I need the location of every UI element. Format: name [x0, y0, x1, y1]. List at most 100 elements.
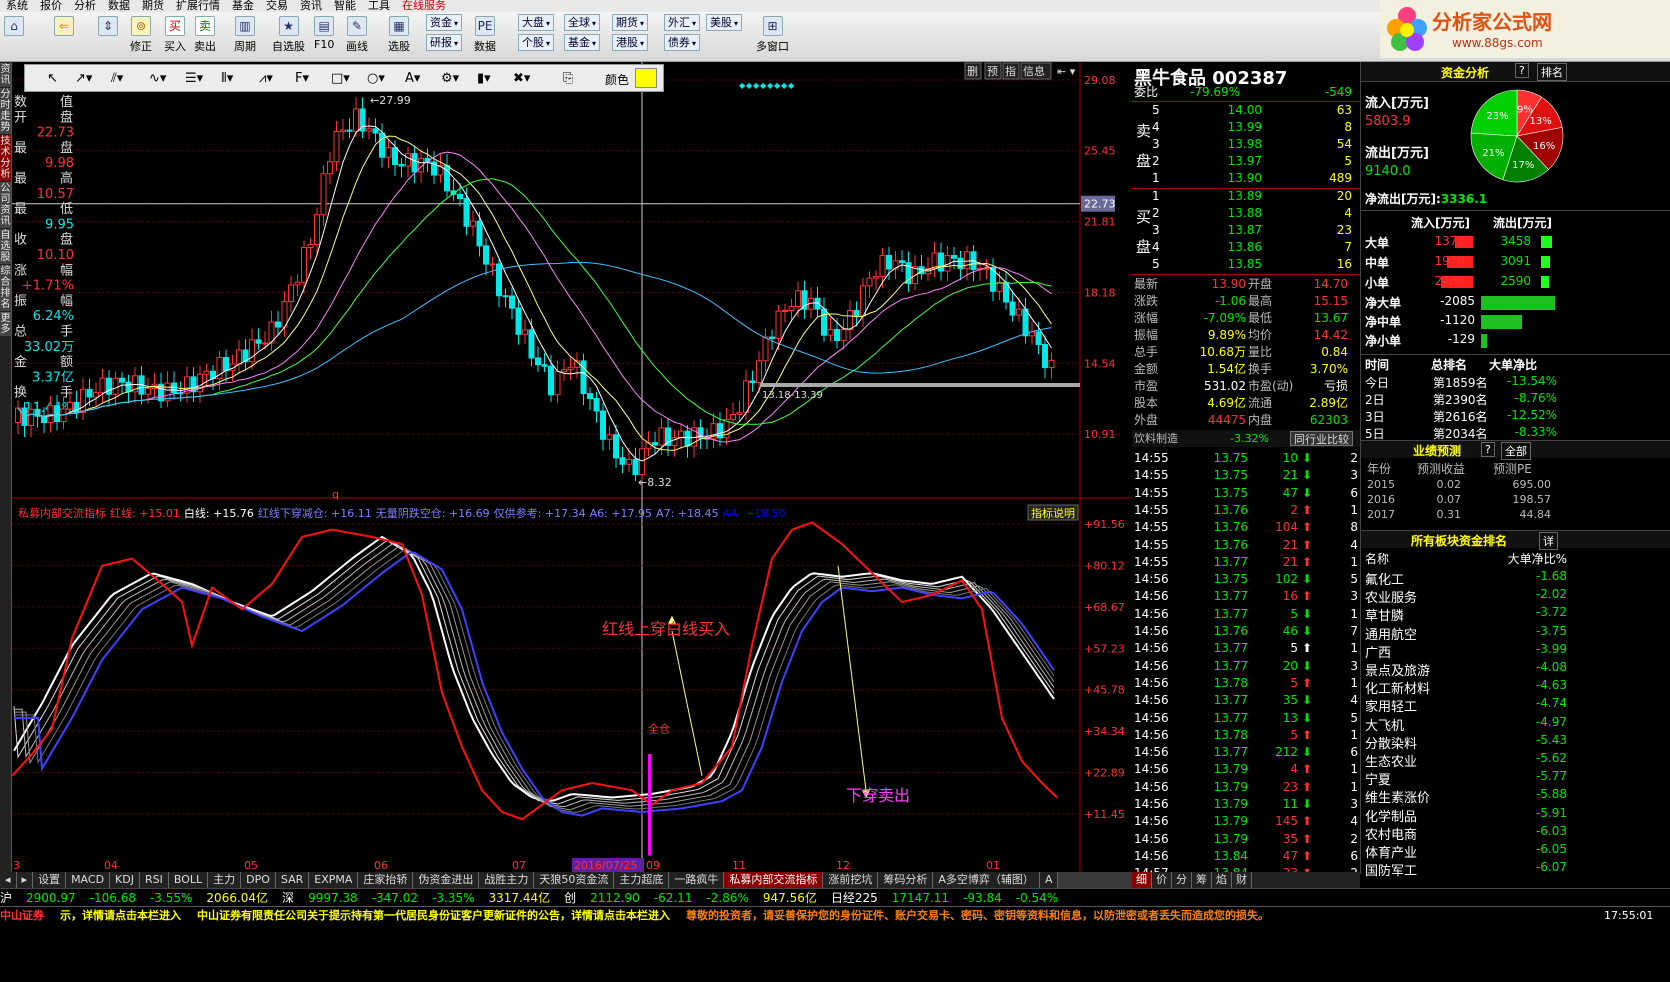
small-button-1[interactable]: 研报 ▾ [426, 34, 463, 51]
indicator-tab-0[interactable]: 设置 [33, 872, 67, 888]
sector-name[interactable]: 农村电商 [1365, 824, 1417, 843]
kline-chart[interactable]: 29.08 25.45 22.73 21.81 18.18 14.54 10.91 删预指信息… [12, 62, 1132, 874]
indicator-tab-13[interactable]: 主力超底 [614, 872, 670, 888]
restore-icon[interactable]: ⇤ ▾ [1057, 65, 1076, 78]
ticker-item-0[interactable]: 中山证券 [0, 909, 44, 922]
ticker-item-3[interactable]: 尊敬的投资者，请妥善保护您的身份证件、账户交易卡、密码、密钥等资料和信息，以防泄… [686, 909, 1269, 922]
indicator-tab-2[interactable]: KDJ [110, 872, 140, 888]
small-button-4[interactable]: 全球 ▾ [564, 14, 601, 31]
up-down-button[interactable]: ⇕ [98, 16, 118, 38]
menu-item-1[interactable]: 报价 [40, 0, 62, 12]
multi-window-button[interactable]: ⊞ 多窗口 [756, 16, 789, 54]
menu-item-4[interactable]: 期货 [142, 0, 164, 12]
forecast-help-button[interactable]: ? [1481, 442, 1495, 457]
home-button[interactable]: ⌂ [4, 16, 24, 38]
indicator-tab-17[interactable]: 筹码分析 [878, 872, 934, 888]
fan-tool-icon[interactable]: ⩘▾ [259, 71, 273, 86]
sector-name[interactable]: 草甘膦 [1365, 605, 1404, 624]
indicator-tab-7[interactable]: SAR [275, 872, 310, 888]
sector-name[interactable]: 农业服务 [1365, 587, 1417, 606]
sector-name[interactable]: 化学制品 [1365, 806, 1417, 825]
copy-icon[interactable]: ⎘ [563, 71, 573, 86]
text-tool-icon[interactable]: A▾ [405, 71, 420, 86]
parallel-tool-icon[interactable]: ⫽▾ [111, 71, 123, 86]
back-button[interactable]: ⇐ [54, 16, 74, 38]
small-button-0[interactable]: 资金 ▾ [426, 14, 463, 31]
line-tool-icon[interactable]: ↗▾ [75, 71, 92, 86]
forecast-all-button[interactable]: 全部 [1501, 442, 1531, 460]
small-button-10[interactable]: 美股 ▾ [706, 14, 743, 31]
sector-name[interactable]: 大飞机 [1365, 715, 1404, 734]
buy-button[interactable]: 买买入 [164, 16, 186, 54]
sector-name[interactable]: 家用轻工 [1365, 696, 1417, 715]
delete-icon[interactable]: ✖▾ [513, 71, 530, 86]
stock-pick-button[interactable]: ▦ 选股 [388, 16, 410, 54]
peer-compare-button[interactable]: 同行业比较 [1290, 431, 1353, 446]
side-tab-1[interactable]: 分 时 走 势 [0, 88, 11, 134]
data-button[interactable]: PE 数据 [474, 16, 496, 54]
fib-tool-icon[interactable]: F▾ [295, 71, 309, 86]
wave-tool-icon[interactable]: ∿▾ [149, 71, 166, 86]
detail-tab-4[interactable]: 焰 [1212, 872, 1232, 888]
chart-area[interactable]: 29.08 25.45 22.73 21.81 18.18 14.54 10.91 删预指信息… [12, 62, 1132, 874]
gear-icon[interactable]: ⚙▾ [441, 71, 459, 86]
indicator-tab-1[interactable]: MACD [66, 872, 111, 888]
ticker-item-2[interactable]: 中山证券有限责任公司关于提示持有第一代居民身份证客户更新证件的公告，详情请点击本… [197, 909, 670, 922]
menu-item-9[interactable]: 智能 [334, 0, 356, 12]
side-tab-4[interactable]: 自 选 股 [0, 229, 11, 264]
f10-button[interactable]: ▤ F10 [314, 16, 334, 51]
side-tab-0[interactable]: 资 讯 [0, 63, 11, 87]
ticker-item-1[interactable]: 示，详情请点击本栏进入 [60, 909, 181, 922]
small-button-3[interactable]: 个股 ▾ [518, 34, 555, 51]
indicator-tab-9[interactable]: 庄家抬轿 [358, 872, 414, 888]
menu-item-2[interactable]: 分析 [74, 0, 96, 12]
menu-item-3[interactable]: 数据 [108, 0, 130, 12]
indicator-tab-19[interactable]: A [1039, 872, 1059, 888]
small-button-6[interactable]: 期货 ▾ [612, 14, 649, 31]
small-button-5[interactable]: 基金 ▾ [564, 34, 601, 51]
pointer-icon[interactable]: ↖ [47, 71, 58, 86]
small-button-9[interactable]: 债券 ▾ [664, 34, 701, 51]
indicator-tab-5[interactable]: 主力 [208, 872, 242, 888]
detail-tab-5[interactable]: 财 [1232, 872, 1252, 888]
sector-name[interactable]: 国防军工 [1365, 860, 1417, 879]
menu-item-10[interactable]: 工具 [368, 0, 390, 12]
menu-item-5[interactable]: 扩展行情 [176, 0, 220, 12]
sector-detail-button[interactable]: 详 [1539, 532, 1558, 550]
detail-tab-3[interactable]: 筹 [1192, 872, 1212, 888]
detail-tab-0[interactable]: 细 [1132, 872, 1152, 888]
rect-tool-icon[interactable]: □▾ [331, 71, 350, 86]
sector-name[interactable]: 广西 [1365, 642, 1391, 661]
indicator-tab-15[interactable]: 私募内部交流指标 [724, 872, 824, 888]
sector-name[interactable]: 维生素涨价 [1365, 787, 1430, 806]
tab-scroll-left-icon[interactable]: ◂ [0, 872, 17, 888]
sector-name[interactable]: 生态农业 [1365, 751, 1417, 770]
fund-help-button[interactable]: ? [1515, 63, 1529, 78]
small-button-8[interactable]: 外汇 ▾ [664, 14, 701, 31]
detail-tab-1[interactable]: 价 [1152, 872, 1172, 888]
indicator-tab-6[interactable]: DPO [241, 872, 276, 888]
marker-tool-icon[interactable]: ▮▾ [477, 71, 491, 86]
channel-tool-icon[interactable]: ☰▾ [185, 71, 203, 86]
indicator-tab-4[interactable]: BOLL [168, 872, 209, 888]
news-ticker[interactable]: 中山证券 示，详情请点击本栏进入 中山证券有限责任公司关于提示持有第一代居民身份证客… [0, 906, 1670, 924]
fund-rank-button[interactable]: 排名 [1537, 63, 1567, 81]
menu-item-7[interactable]: 交易 [266, 0, 288, 12]
fix-button[interactable]: ⊚ 修正 [130, 16, 152, 54]
indicator-tab-12[interactable]: 天狼50资金流 [534, 872, 615, 888]
sector-name[interactable]: 化工新材料 [1365, 678, 1430, 697]
menu-item-6[interactable]: 基金 [232, 0, 254, 12]
sector-name[interactable]: 体育产业 [1365, 842, 1417, 861]
sector-name[interactable]: 景点及旅游 [1365, 660, 1430, 679]
small-button-7[interactable]: 港股 ▾ [612, 34, 649, 51]
indicator-tab-18[interactable]: A多空博弈（辅图） [933, 872, 1040, 888]
sector-name[interactable]: 通用航空 [1365, 624, 1417, 643]
indicator-tab-14[interactable]: 一路疯牛 [669, 872, 725, 888]
menu-item-8[interactable]: 资讯 [300, 0, 322, 12]
watchlist-button[interactable]: ★ 自选股 [272, 16, 305, 54]
indicator-tab-10[interactable]: 伪资金进出 [413, 872, 480, 888]
side-tab-6[interactable]: 更 多 [0, 312, 11, 336]
sector-name[interactable]: 氟化工 [1365, 569, 1404, 588]
sector-name[interactable]: 宁夏 [1365, 769, 1391, 788]
side-tab-3[interactable]: 公 司 资 讯 [0, 182, 11, 228]
